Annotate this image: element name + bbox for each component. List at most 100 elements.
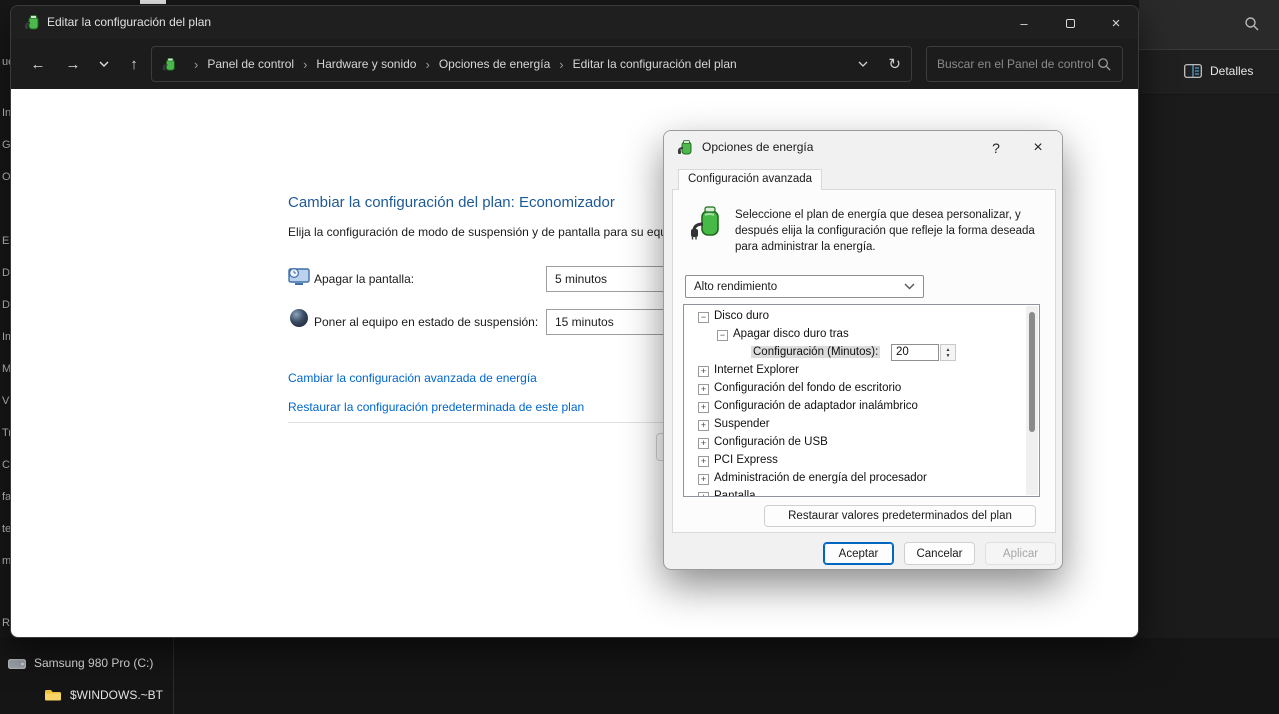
refresh-icon[interactable]: ↻ <box>888 55 901 73</box>
chevron-down-icon <box>99 61 109 67</box>
apply-button[interactable]: Aplicar <box>985 542 1056 565</box>
tree-item-label[interactable]: PCI Express <box>714 454 778 466</box>
breadcrumb-segment-control-panel[interactable]: Panel de control <box>207 57 294 71</box>
search-input[interactable] <box>937 57 1097 71</box>
expand-icon[interactable]: + <box>698 420 709 431</box>
explorer-search-bar[interactable] <box>1139 0 1279 50</box>
dialog-close-button[interactable]: × <box>1024 135 1052 160</box>
power-options-dialog: Opciones de energía ? × Configuración av… <box>663 130 1063 570</box>
dialog-title: Opciones de energía <box>702 140 813 154</box>
cancel-button[interactable]: Cancelar <box>904 542 975 565</box>
expand-icon[interactable]: + <box>698 366 709 377</box>
minimize-button[interactable]: – <box>1009 12 1039 34</box>
collapse-icon[interactable]: − <box>717 330 728 341</box>
tree-item-label[interactable]: Apagar disco duro tras <box>733 328 849 340</box>
breadcrumb-segment-power-options[interactable]: Opciones de energía <box>439 57 550 71</box>
breadcrumb-separator[interactable]: › <box>425 57 429 72</box>
control-panel-search[interactable] <box>926 46 1123 82</box>
stepper-down-icon[interactable]: ▼ <box>946 353 951 359</box>
advanced-settings-tree[interactable]: − Disco duro − Apagar disco duro tras Co… <box>683 304 1040 497</box>
battery-plug-icon <box>689 204 725 240</box>
tree-row: − Apagar disco duro tras <box>684 326 1039 344</box>
dialog-titlebar[interactable]: Opciones de energía ? × <box>664 131 1062 164</box>
expand-icon[interactable]: + <box>698 438 709 449</box>
tree-item-label-selected[interactable]: Configuración (Minutos): <box>751 346 880 358</box>
expand-icon[interactable]: + <box>698 456 709 467</box>
tree-item-label[interactable]: Disco duro <box>714 310 769 322</box>
search-icon <box>1244 16 1260 32</box>
tree-row: + Pantalla <box>684 488 1039 497</box>
sleep-value: 15 minutos <box>555 315 614 329</box>
display-timeout-icon <box>288 267 310 287</box>
expand-icon[interactable]: + <box>698 474 709 485</box>
explorer-command-bar: Detalles <box>1139 50 1279 95</box>
minutes-stepper[interactable]: ▲▼ <box>940 344 956 361</box>
power-plan-combo[interactable]: Alto rendimiento <box>685 275 924 298</box>
accept-button[interactable]: Aceptar <box>823 542 894 565</box>
close-button[interactable]: × <box>1101 12 1131 34</box>
dialog-description: Seleccione el plan de energía que desea … <box>735 208 1040 256</box>
nav-item-drive-c[interactable]: Samsung 980 Pro (C:) <box>8 656 153 670</box>
tree-scrollbar[interactable] <box>1026 306 1038 495</box>
expand-icon[interactable]: + <box>698 492 709 497</box>
minutes-input[interactable]: 20 <box>891 344 939 361</box>
tree-row: + Administración de energía del procesad… <box>684 470 1039 488</box>
restore-plan-defaults-button[interactable]: Restaurar valores predeterminados del pl… <box>764 505 1036 527</box>
breadcrumb[interactable]: › Panel de control › Hardware y sonido ›… <box>151 46 912 82</box>
recent-locations-chevron[interactable] <box>91 51 117 77</box>
nav-item-windows-bt[interactable]: $WINDOWS.~BT <box>44 688 163 702</box>
chevron-down-icon <box>904 283 915 290</box>
help-button[interactable]: ? <box>982 135 1010 160</box>
tree-row: + Configuración de USB <box>684 434 1039 452</box>
power-options-icon <box>677 139 694 156</box>
forward-button[interactable]: → <box>60 51 86 77</box>
tab-advanced-settings[interactable]: Configuración avanzada <box>678 169 822 190</box>
tree-item-label[interactable]: Suspender <box>714 418 770 430</box>
sleep-combo[interactable]: 15 minutos <box>546 309 676 335</box>
pane-divider[interactable] <box>173 638 174 714</box>
tree-item-label[interactable]: Internet Explorer <box>714 364 799 376</box>
tree-item-label[interactable]: Configuración de USB <box>714 436 828 448</box>
nav-item-label: $WINDOWS.~BT <box>70 688 163 702</box>
tree-row: + PCI Express <box>684 452 1039 470</box>
breadcrumb-app-icon <box>162 57 177 72</box>
tree-row: Configuración (Minutos): 20 ▲▼ <box>684 344 1039 362</box>
expand-icon[interactable]: + <box>698 402 709 413</box>
advanced-power-settings-link[interactable]: Cambiar la configuración avanzada de ene… <box>288 371 537 385</box>
window-titlebar[interactable]: Editar la configuración del plan – × <box>11 6 1138 39</box>
breadcrumb-segment-edit-plan[interactable]: Editar la configuración del plan <box>573 57 737 71</box>
address-dropdown-icon[interactable] <box>858 61 868 67</box>
details-button[interactable]: Detalles <box>1184 64 1253 78</box>
tree-row: − Disco duro <box>684 308 1039 326</box>
details-label: Detalles <box>1210 64 1253 78</box>
maximize-button[interactable] <box>1055 12 1085 34</box>
tree-item-label[interactable]: Pantalla <box>714 490 756 497</box>
tree-item-label[interactable]: Configuración del fondo de escritorio <box>714 382 901 394</box>
page-subtitle: Elija la configuración de modo de suspen… <box>288 225 670 239</box>
breadcrumb-separator: › <box>194 57 198 72</box>
tree-item-label[interactable]: Configuración de adaptador inalámbrico <box>714 400 918 412</box>
tree-item-label[interactable]: Administración de energía del procesador <box>714 472 927 484</box>
explorer-nav-pane: Samsung 980 Pro (C:) $WINDOWS.~BT <box>0 638 1279 714</box>
scrollbar-thumb[interactable] <box>1029 312 1035 432</box>
tree-row: + Configuración de adaptador inalámbrico <box>684 398 1039 416</box>
navigation-bar: ← → ↑ › Panel de control › Hardware y so… <box>11 39 1138 89</box>
search-icon <box>1097 57 1112 72</box>
background-window-edge <box>140 0 166 4</box>
collapse-icon[interactable]: − <box>698 312 709 323</box>
nav-item-label: Samsung 980 Pro (C:) <box>34 656 153 670</box>
up-button[interactable]: ↑ <box>121 51 147 77</box>
back-button[interactable]: ← <box>25 51 51 77</box>
expand-icon[interactable]: + <box>698 384 709 395</box>
power-plan-value: Alto rendimiento <box>694 281 777 293</box>
restore-defaults-link[interactable]: Restaurar la configuración predeterminad… <box>288 400 584 414</box>
display-off-combo[interactable]: 5 minutos <box>546 266 676 292</box>
explorer-body <box>1139 95 1279 638</box>
breadcrumb-separator[interactable]: › <box>303 57 307 72</box>
advanced-settings-page: Seleccione el plan de energía que desea … <box>672 189 1056 533</box>
display-off-value: 5 minutos <box>555 272 607 286</box>
breadcrumb-separator[interactable]: › <box>559 57 563 72</box>
drive-icon <box>8 657 26 669</box>
page-title: Cambiar la configuración del plan: Econo… <box>288 194 615 211</box>
breadcrumb-segment-hardware-sound[interactable]: Hardware y sonido <box>316 57 416 71</box>
